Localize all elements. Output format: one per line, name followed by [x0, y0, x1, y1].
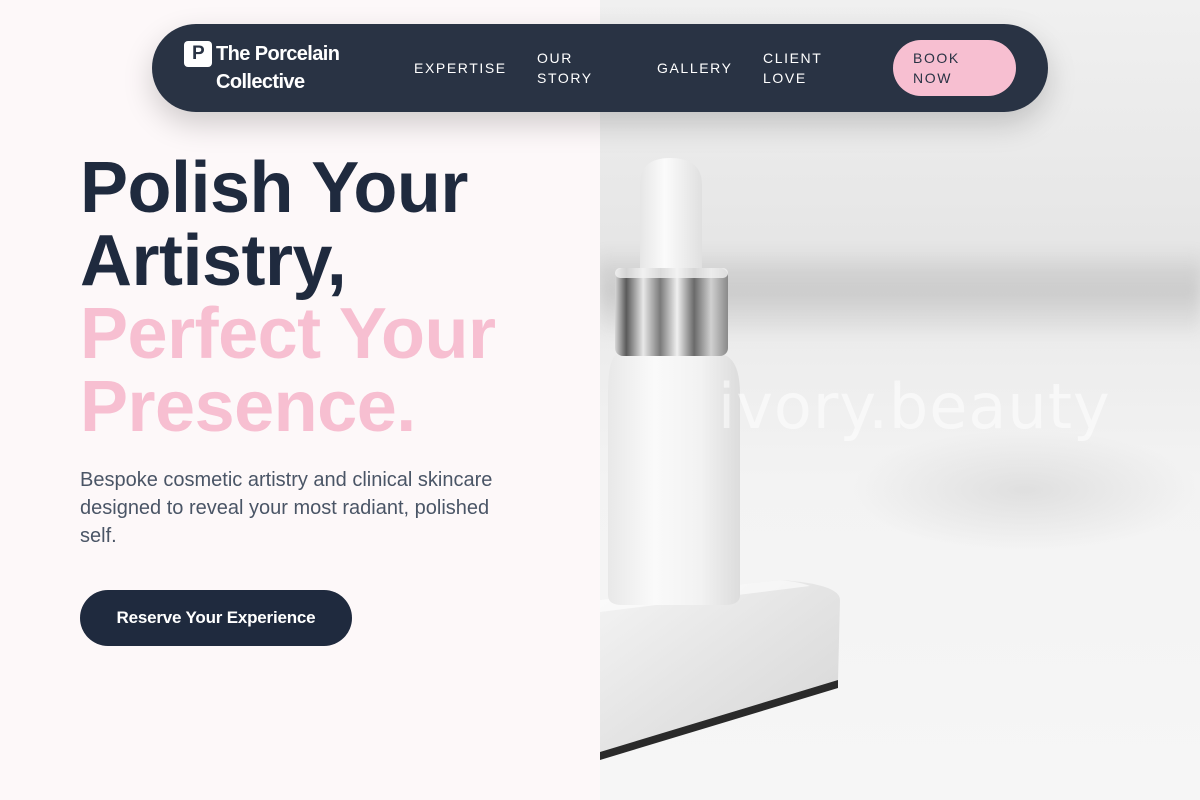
brand-name: The Porcelain Collective — [216, 43, 340, 93]
main-navbar: P The Porcelain Collective Expertise Our… — [152, 24, 1048, 112]
nav-link-client-love[interactable]: Client Love — [763, 48, 843, 88]
hero-title-line: Artistry, — [80, 221, 347, 301]
nav-link-our-story[interactable]: Our Story — [537, 48, 631, 88]
book-now-button[interactable]: Book Now — [893, 40, 1016, 96]
hero-subtitle: Bespoke cosmetic artistry and clinical s… — [80, 469, 493, 547]
hero-title: Polish Your Artistry, Perfect Your Prese… — [80, 152, 560, 444]
brand-logo[interactable]: P The Porcelain Collective — [184, 40, 384, 96]
nav-link-gallery[interactable]: Gallery — [657, 58, 763, 78]
hero-title-line: Polish Your — [80, 148, 468, 228]
photo-watermark: ivory.beauty — [718, 370, 1111, 443]
hero-title-accent: Perfect Your — [80, 294, 496, 374]
hero-product-photo: ivory.beauty — [600, 0, 1200, 800]
nav-links: Expertise Our Story Gallery Client Love — [414, 48, 843, 88]
hero-title-accent: Presence. — [80, 367, 416, 447]
nav-link-expertise[interactable]: Expertise — [414, 58, 537, 78]
reserve-experience-button[interactable]: Reserve Your Experience — [80, 590, 352, 646]
brand-mark-icon: P — [184, 41, 212, 67]
